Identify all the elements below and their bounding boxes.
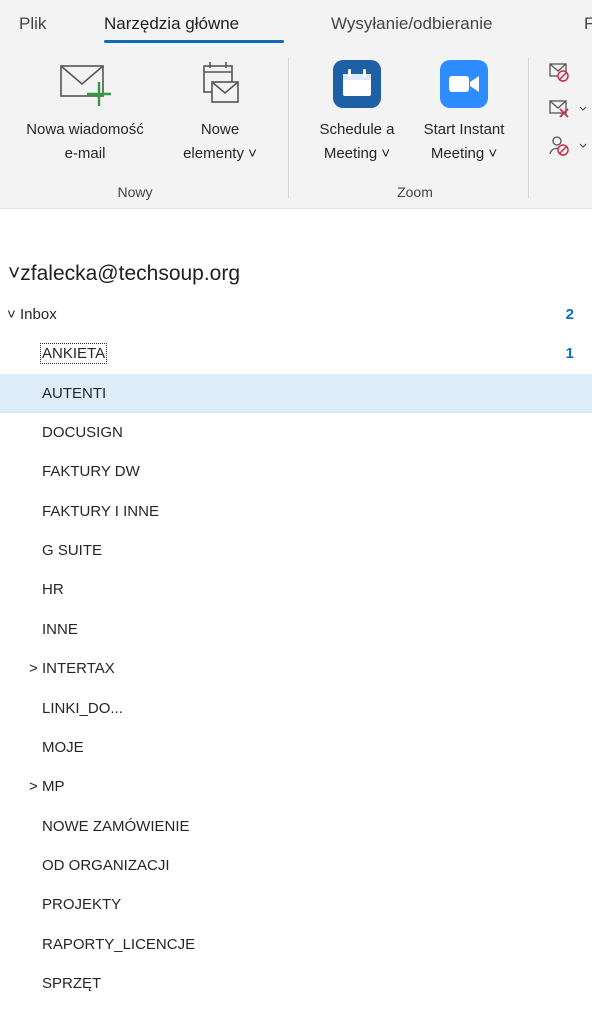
folder-item[interactable]: NOWE ZAMÓWIENIE: [0, 807, 592, 846]
folder-item[interactable]: SPRZĘT: [0, 964, 592, 1003]
active-tab-indicator: [104, 40, 284, 43]
folder-label: HR: [42, 581, 64, 598]
folder-label: G SUITE: [42, 542, 103, 559]
folder-item[interactable]: > INTERTAX: [0, 649, 592, 688]
schedule-meeting-label-line2: Meeting ˅: [323, 145, 391, 162]
delete-mail-icon[interactable]: [548, 98, 588, 120]
folder-item[interactable]: RAPORTY_LICENCJE: [0, 925, 592, 964]
folder-item[interactable]: INNE: [0, 610, 592, 649]
folder-label: MP: [42, 778, 65, 795]
schedule-meeting-label-line1: Schedule a: [319, 121, 395, 138]
chevron-down-icon[interactable]: ˅: [7, 306, 16, 323]
folder-label: NOWE ZAMÓWIENIE: [42, 818, 190, 835]
ribbon: Plik Narzędzia główne Wysyłanie/odbieran…: [0, 0, 592, 209]
start-instant-meeting-button[interactable]: Start Instant Meeting ˅: [410, 60, 518, 166]
folder-label: ANKIETA: [39, 343, 108, 364]
folder-item[interactable]: ANKIETA 1: [0, 334, 592, 373]
folder-item[interactable]: > MP: [0, 767, 592, 806]
ignore-icon[interactable]: [548, 62, 572, 84]
folder-label: FAKTURY DW: [42, 463, 140, 480]
folder-inbox[interactable]: ˅ Inbox 2: [0, 295, 592, 334]
folder-item[interactable]: HR: [0, 570, 592, 609]
tab-more[interactable]: F: [584, 14, 592, 34]
folder-item[interactable]: FAKTURY DW: [0, 452, 592, 491]
new-items-label-line2: elementy ˅: [183, 145, 257, 162]
instant-meeting-label-line1: Start Instant: [423, 121, 505, 138]
folder-label: MOJE: [42, 739, 84, 756]
folder-item[interactable]: FAKTURY I INNE: [0, 492, 592, 531]
folder-item[interactable]: G SUITE: [0, 531, 592, 570]
folder-label: INTERTAX: [42, 660, 115, 677]
group-separator: [288, 58, 289, 198]
folder-item[interactable]: PROJEKTY: [0, 885, 592, 924]
zoom-video-icon: [440, 60, 488, 108]
group-label-new: Nowy: [117, 184, 153, 200]
folder-label: SPRZĘT: [42, 975, 102, 992]
unread-count: 1: [565, 345, 574, 362]
tab-home[interactable]: Narzędzia główne: [104, 14, 239, 34]
folder-label: RAPORTY_LICENCJE: [42, 936, 196, 953]
block-sender-icon[interactable]: [548, 134, 588, 158]
folder-item[interactable]: DOCUSIGN: [0, 413, 592, 452]
new-email-label-line2: e-mail: [64, 145, 106, 162]
folder-label: OD ORGANIZACJI: [42, 857, 170, 874]
folder-label: PROJEKTY: [42, 896, 122, 913]
tab-send-receive[interactable]: Wysyłanie/odbieranie: [331, 14, 492, 34]
folder-label: Inbox: [20, 306, 57, 323]
new-email-icon: [60, 65, 111, 106]
folder-label: LINKI_DO...: [42, 700, 123, 717]
new-items-button[interactable]: Nowe elementy ˅: [170, 60, 270, 166]
schedule-meeting-button[interactable]: Schedule a Meeting ˅: [302, 60, 412, 166]
folder-label: FAKTURY I INNE: [42, 503, 159, 520]
chevron-right-icon[interactable]: >: [29, 660, 38, 677]
new-email-button[interactable]: Nowa wiadomość e-mail: [4, 60, 166, 166]
instant-meeting-label-line2: Meeting ˅: [430, 145, 498, 162]
folder-pane: ˅zfalecka@techsoup.org ˅ Inbox 2 ANKIETA…: [0, 210, 592, 1009]
folder-label: INNE: [42, 621, 78, 638]
group-separator: [528, 58, 529, 198]
unread-count: 2: [565, 306, 574, 323]
tab-file[interactable]: Plik: [19, 14, 46, 34]
calendar-icon: [333, 60, 381, 108]
group-label-zoom: Zoom: [397, 184, 433, 200]
folder-label: DOCUSIGN: [42, 424, 123, 441]
folder-label: AUTENTI: [42, 385, 107, 402]
folder-item[interactable]: OD ORGANIZACJI: [0, 846, 592, 885]
account-email: zfalecka@techsoup.org: [20, 262, 241, 285]
new-email-label-line1: Nowa wiadomość: [26, 121, 144, 138]
new-items-icon: [203, 62, 239, 103]
chevron-down-icon: ˅: [8, 262, 21, 285]
folder-item-selected[interactable]: AUTENTI: [0, 374, 592, 413]
chevron-right-icon[interactable]: >: [29, 778, 38, 795]
new-items-label-line1: Nowe: [200, 121, 240, 138]
folder-item[interactable]: LINKI_DO...: [0, 689, 592, 728]
folder-item[interactable]: MOJE: [0, 728, 592, 767]
account-header[interactable]: ˅zfalecka@techsoup.org: [8, 262, 240, 286]
